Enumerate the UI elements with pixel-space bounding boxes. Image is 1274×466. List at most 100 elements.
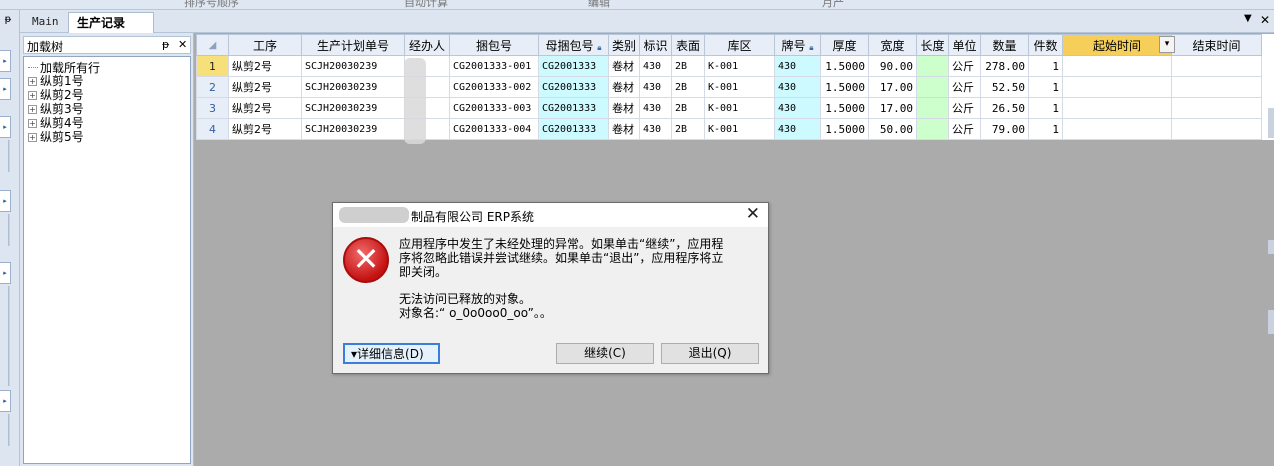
tab-main[interactable]: Main (24, 12, 64, 33)
cell-plan[interactable]: SCJH20030239 (301, 97, 405, 119)
details-button[interactable]: ▾详细信息(D) (343, 343, 440, 364)
cell-area[interactable]: K-001 (704, 118, 775, 140)
col-header[interactable]: 工序 (228, 34, 302, 56)
cell-unit[interactable]: 公斤 (948, 55, 981, 77)
col-header[interactable]: 件数 (1028, 34, 1063, 56)
cell-width[interactable]: 90.00 (868, 55, 917, 77)
cell-area[interactable]: K-001 (704, 76, 775, 98)
cell-len[interactable] (916, 118, 949, 140)
col-header[interactable]: 母捆包号 🔒︎ (538, 34, 609, 56)
col-header[interactable]: 结束时间 (1171, 34, 1262, 56)
tab-close-icon[interactable]: ✕ (1260, 13, 1270, 27)
expand-icon[interactable]: + (28, 91, 37, 100)
col-header[interactable]: 长度 (916, 34, 949, 56)
row-number[interactable]: 2 (196, 76, 229, 98)
dock-tab-3[interactable]: ▸ (0, 116, 11, 138)
cell-pcs[interactable]: 1 (1028, 97, 1063, 119)
cell-thick[interactable]: 1.5000 (820, 118, 869, 140)
cell-plan[interactable]: SCJH20030239 (301, 76, 405, 98)
dock-tab-4[interactable]: ▸ (0, 190, 11, 212)
col-header[interactable]: 宽度 (868, 34, 917, 56)
tree-item-slitter-1[interactable]: + 纵剪1号 (28, 74, 84, 88)
cell-parent[interactable]: CG2001333 (538, 55, 609, 77)
cell-proc[interactable]: 纵剪2号 (228, 97, 302, 119)
tab-production-record[interactable]: 生产记录 (68, 12, 154, 33)
cell-cat[interactable]: 卷材 (608, 118, 640, 140)
col-header-selected[interactable]: 起始时间 (1062, 34, 1172, 56)
right-scroll-handle[interactable] (1268, 240, 1274, 254)
cell-mark[interactable]: 430 (639, 76, 672, 98)
cell-proc[interactable]: 纵剪2号 (228, 118, 302, 140)
cell-area[interactable]: K-001 (704, 97, 775, 119)
tree-item-slitter-2[interactable]: + 纵剪2号 (28, 88, 84, 102)
cell-end[interactable] (1171, 97, 1262, 119)
dock-tab-5[interactable]: ▸ (0, 262, 11, 284)
cell-pcs[interactable]: 1 (1028, 76, 1063, 98)
cell-surf[interactable]: 2B (671, 97, 705, 119)
cell-grade[interactable]: 430 (774, 76, 821, 98)
cell-mark[interactable]: 430 (639, 97, 672, 119)
col-header[interactable]: 表面 (671, 34, 705, 56)
cell-area[interactable]: K-001 (704, 55, 775, 77)
quit-button[interactable]: 退出(Q) (661, 343, 759, 364)
cell-end[interactable] (1171, 118, 1262, 140)
cell-surf[interactable]: 2B (671, 118, 705, 140)
col-header[interactable]: 牌号 🔒︎ (774, 34, 821, 56)
col-header[interactable]: 库区 (704, 34, 775, 56)
cell-bundle[interactable]: CG2001333-004 (449, 118, 539, 140)
cell-bundle[interactable]: CG2001333-002 (449, 76, 539, 98)
cell-start[interactable] (1062, 97, 1172, 119)
cell-width[interactable]: 50.00 (868, 118, 917, 140)
cell-len[interactable] (916, 55, 949, 77)
table-row[interactable]: 1 纵剪2号 SCJH20030239 CG2001333-001 CG2001333 卷… (196, 55, 1262, 77)
cell-unit[interactable]: 公斤 (948, 76, 981, 98)
tab-list-dropdown-icon[interactable]: ▼ (1244, 13, 1252, 24)
cell-proc[interactable]: 纵剪2号 (228, 76, 302, 98)
cell-proc[interactable]: 纵剪2号 (228, 55, 302, 77)
cell-thick[interactable]: 1.5000 (820, 55, 869, 77)
tree-item-slitter-5[interactable]: + 纵剪5号 (28, 130, 84, 144)
cell-pcs[interactable]: 1 (1028, 55, 1063, 77)
close-icon[interactable]: ✕ (178, 38, 187, 51)
cell-bundle[interactable]: CG2001333-003 (449, 97, 539, 119)
cell-unit[interactable]: 公斤 (948, 118, 981, 140)
cell-width[interactable]: 17.00 (868, 97, 917, 119)
cell-mark[interactable]: 430 (639, 118, 672, 140)
cell-plan[interactable]: SCJH20030239 (301, 55, 405, 77)
col-header[interactable]: 捆包号 (449, 34, 539, 56)
cell-width[interactable]: 17.00 (868, 76, 917, 98)
cell-surf[interactable]: 2B (671, 76, 705, 98)
tree-item-slitter-4[interactable]: + 纵剪4号 (28, 116, 84, 130)
col-header[interactable]: 单位 (948, 34, 981, 56)
expand-icon[interactable]: + (28, 105, 37, 114)
cell-start[interactable] (1062, 55, 1172, 77)
dock-tab-6[interactable]: ▸ (0, 390, 11, 412)
table-row[interactable]: 3 纵剪2号 SCJH20030239 CG2001333-003 CG2001333 卷… (196, 97, 1262, 119)
cell-unit[interactable]: 公斤 (948, 97, 981, 119)
expand-icon[interactable]: + (28, 77, 37, 86)
col-header[interactable]: 类别 (608, 34, 640, 56)
right-scroll-handle[interactable] (1268, 108, 1274, 138)
cell-pcs[interactable]: 1 (1028, 118, 1063, 140)
cell-parent[interactable]: CG2001333 (538, 118, 609, 140)
row-number[interactable]: 4 (196, 118, 229, 140)
cell-grade[interactable]: 430 (774, 55, 821, 77)
dock-tab-1[interactable]: ▸ (0, 50, 11, 72)
col-header[interactable]: 厚度 (820, 34, 869, 56)
cell-start[interactable] (1062, 76, 1172, 98)
row-number[interactable]: 3 (196, 97, 229, 119)
cell-cat[interactable]: 卷材 (608, 55, 640, 77)
select-all-corner[interactable]: ◢ (196, 34, 229, 56)
cell-cat[interactable]: 卷材 (608, 97, 640, 119)
cell-parent[interactable]: CG2001333 (538, 97, 609, 119)
col-header[interactable]: 经办人 (404, 34, 450, 56)
cell-cat[interactable]: 卷材 (608, 76, 640, 98)
cell-len[interactable] (916, 76, 949, 98)
cell-end[interactable] (1171, 55, 1262, 77)
row-number[interactable]: 1 (196, 55, 229, 77)
cell-len[interactable] (916, 97, 949, 119)
expand-icon[interactable]: + (28, 133, 37, 142)
dock-pin-icon[interactable]: ᵽ (1, 13, 15, 27)
cell-bundle[interactable]: CG2001333-001 (449, 55, 539, 77)
tree-item-all[interactable]: 加载所有行 (28, 61, 100, 75)
